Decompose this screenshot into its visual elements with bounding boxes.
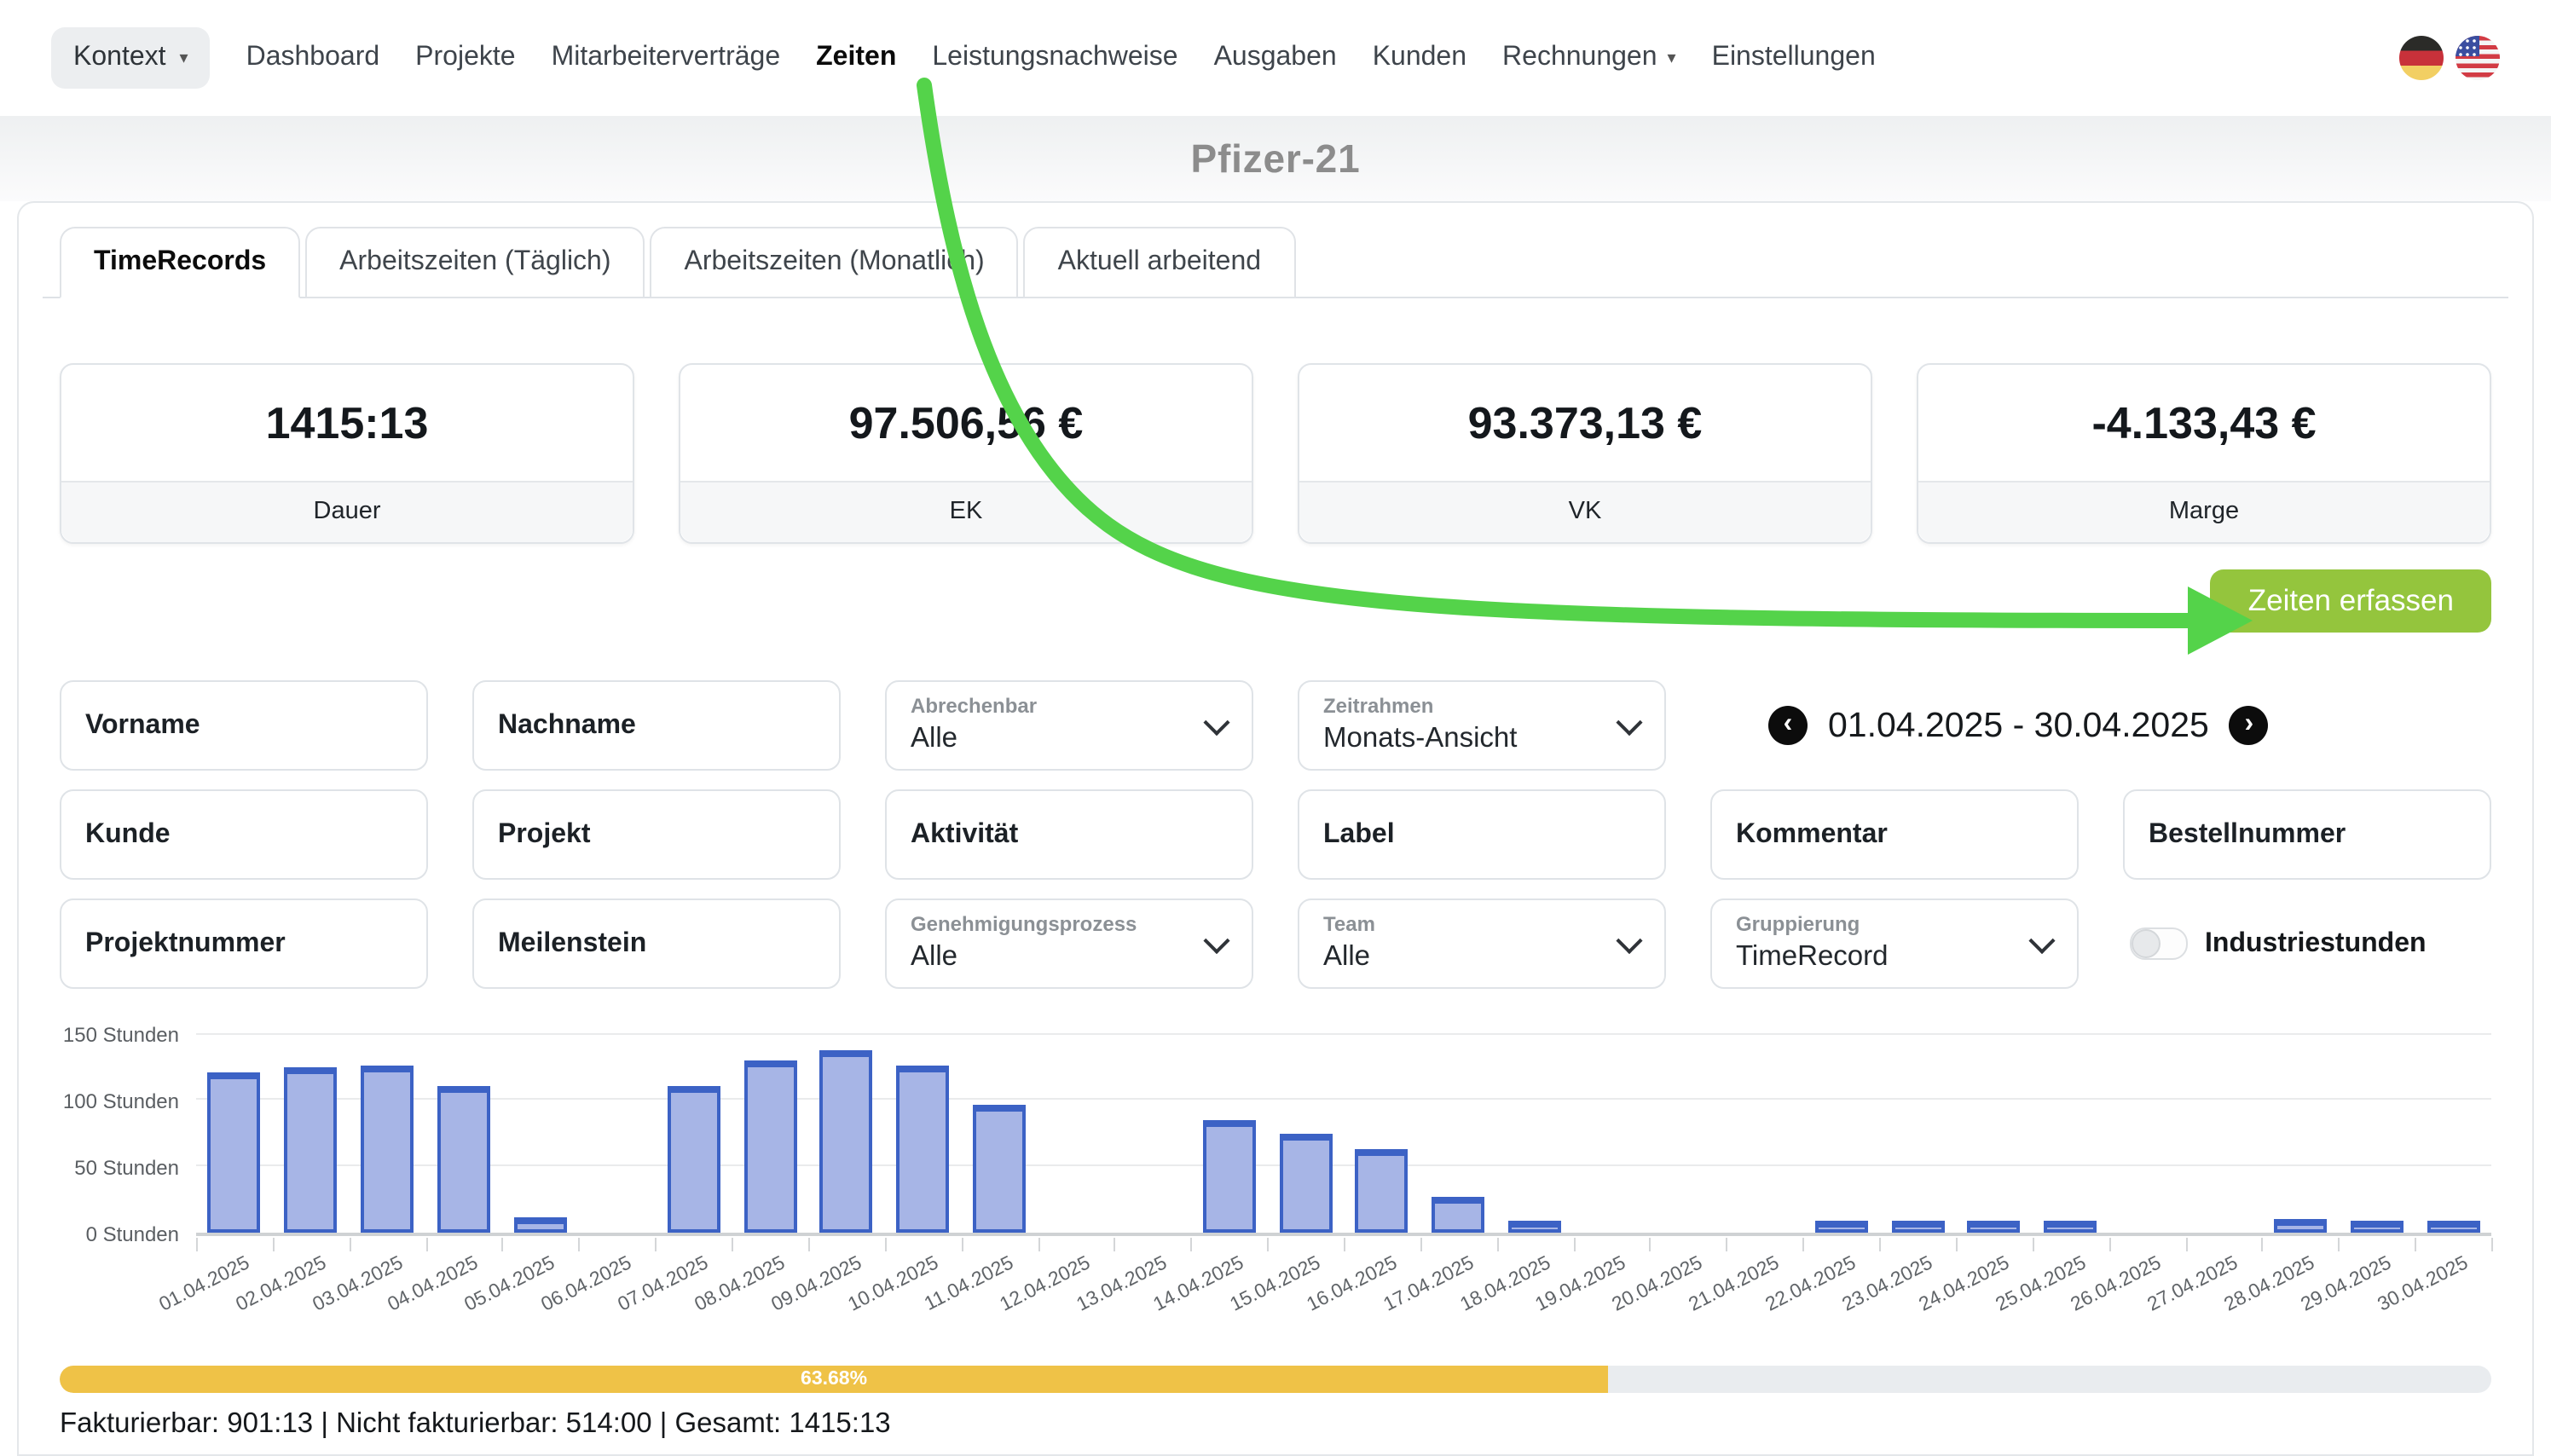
nav-item-dashboard[interactable]: Dashboard (246, 43, 380, 73)
chart-bar (896, 1065, 949, 1233)
billable-progress-fill: 63.68% (60, 1366, 1608, 1393)
context-label: Kontext (73, 43, 166, 73)
chart-bar (1891, 1221, 1944, 1233)
stat-value: 97.506,56 € (680, 365, 1252, 481)
german-flag-icon[interactable] (2399, 36, 2444, 80)
chart-bar (2427, 1221, 2479, 1233)
stat-card-ek: 97.506,56 € EK (679, 363, 1253, 544)
chart-bar (437, 1086, 490, 1233)
chart-bar (1814, 1221, 1867, 1233)
stat-value: 93.373,13 € (1299, 365, 1871, 481)
prev-period-button[interactable]: ‹ (1768, 706, 1808, 745)
genehmigungsprozess-select[interactable]: Genehmigungsprozess Alle (885, 898, 1253, 989)
nav-item-leistungsnachweise[interactable]: Leistungsnachweise (932, 43, 1177, 73)
nav-item-einstellungen[interactable]: Einstellungen (1712, 43, 1876, 73)
title-strip: Pfizer-21 (0, 116, 2551, 201)
totals-summary: Fakturierbar: 901:13 | Nicht fakturierba… (60, 1408, 2491, 1441)
projekt-field[interactable]: Projekt (472, 789, 841, 880)
chart-bar (1356, 1149, 1409, 1233)
filter-grid: Vorname Nachname Abrechenbar Alle Zeitra… (60, 680, 2491, 989)
zeiten-erfassen-button[interactable]: Zeiten erfassen (2211, 569, 2491, 633)
meilenstein-field[interactable]: Meilenstein (472, 898, 841, 989)
stat-value: -4.133,43 € (1918, 365, 2490, 481)
bestellnummer-field[interactable]: Bestellnummer (2123, 789, 2491, 880)
chart-bar (1432, 1197, 1485, 1233)
stat-value: 1415:13 (61, 365, 633, 481)
nachname-field[interactable]: Nachname (472, 680, 841, 771)
chevron-down-icon: ▾ (1668, 49, 1676, 67)
industriestunden-toggle[interactable] (2130, 927, 2188, 960)
chart-bar (514, 1216, 567, 1233)
stat-card-marge: -4.133,43 € Marge (1917, 363, 2491, 544)
hours-bar-chart: 0 Stunden50 Stunden100 Stunden150 Stunde… (60, 1033, 2491, 1349)
chart-bar (361, 1065, 414, 1233)
gruppierung-select[interactable]: Gruppierung TimeRecord (1710, 898, 2079, 989)
chart-bar (667, 1086, 720, 1233)
chart-bar (1202, 1119, 1255, 1233)
chart-bar (285, 1068, 338, 1233)
context-dropdown-button[interactable]: Kontext ▾ (51, 27, 211, 89)
date-range-value: 01.04.2025 - 30.04.2025 (1828, 705, 2209, 746)
page-title: Pfizer-21 (1191, 136, 1361, 182)
stat-label: Marge (1918, 481, 2490, 542)
nav-item-ausgaben[interactable]: Ausgaben (1214, 43, 1337, 73)
chart-bar (2274, 1219, 2327, 1233)
billable-progressbar: 63.68% (60, 1366, 2491, 1393)
chart-plot (196, 1033, 2491, 1236)
chart-bar (743, 1061, 796, 1233)
chart-bar (208, 1073, 261, 1233)
top-navbar: Kontext ▾ Dashboard Projekte Mitarbeiter… (0, 0, 2551, 116)
us-flag-icon[interactable] (2456, 36, 2500, 80)
aktivitaet-field[interactable]: Aktivität (885, 789, 1253, 880)
stat-card-dauer: 1415:13 Dauer (60, 363, 634, 544)
chart-x-axis: 01.04.202502.04.202503.04.202504.04.2025… (196, 1236, 2491, 1349)
tab-arbeitszeiten-taeglich[interactable]: Arbeitszeiten (Täglich) (305, 227, 645, 298)
tab-arbeitszeiten-monatlich[interactable]: Arbeitszeiten (Monatlich) (651, 227, 1019, 298)
chart-y-axis: 0 Stunden50 Stunden100 Stunden150 Stunde… (60, 1033, 179, 1236)
date-range-picker: ‹ 01.04.2025 - 30.04.2025 › (1710, 680, 2491, 771)
action-row: Zeiten erfassen (60, 569, 2491, 633)
team-select[interactable]: Team Alle (1298, 898, 1666, 989)
chevron-down-icon: ▾ (180, 49, 188, 67)
chart-bar (820, 1050, 873, 1233)
chart-bar (1968, 1221, 2021, 1233)
tab-aktuell-arbeitend[interactable]: Aktuell arbeitend (1024, 227, 1295, 298)
stat-label: VK (1299, 481, 1871, 542)
main-panel: TimeRecords Arbeitszeiten (Täglich) Arbe… (17, 201, 2534, 1456)
kunde-field[interactable]: Kunde (60, 789, 428, 880)
stat-card-vk: 93.373,13 € VK (1298, 363, 1872, 544)
toggle-knob (2132, 929, 2161, 958)
stat-label: EK (680, 481, 1252, 542)
language-switcher (2399, 36, 2500, 80)
kommentar-field[interactable]: Kommentar (1710, 789, 2079, 880)
nav-item-zeiten[interactable]: Zeiten (816, 43, 896, 73)
chart-bar (973, 1105, 1026, 1233)
chart-bar (2350, 1221, 2403, 1233)
nav-item-rechnungen[interactable]: Rechnungen ▾ (1502, 43, 1676, 73)
chart-bar (1279, 1133, 1332, 1233)
tab-bar: TimeRecords Arbeitszeiten (Täglich) Arbe… (43, 227, 2508, 298)
nav-item-kunden[interactable]: Kunden (1373, 43, 1466, 73)
next-period-button[interactable]: › (2230, 706, 2269, 745)
chart-bar (1508, 1221, 1561, 1233)
zeitrahmen-select[interactable]: Zeitrahmen Monats-Ansicht (1298, 680, 1666, 771)
industriestunden-label: Industriestunden (2205, 928, 2427, 959)
stat-label: Dauer (61, 481, 633, 542)
label-field[interactable]: Label (1298, 789, 1666, 880)
progress-percent-label: 63.68% (801, 1369, 867, 1390)
stat-cards: 1415:13 Dauer 97.506,56 € EK 93.373,13 €… (60, 363, 2491, 544)
vorname-field[interactable]: Vorname (60, 680, 428, 771)
nav-item-projekte[interactable]: Projekte (415, 43, 515, 73)
industriestunden-toggle-cell: Industriestunden (2123, 898, 2491, 989)
nav-item-mitarbeitervertraege[interactable]: Mitarbeiterverträge (552, 43, 781, 73)
projektnummer-field[interactable]: Projektnummer (60, 898, 428, 989)
chart-bar (2044, 1221, 2097, 1233)
abrechenbar-select[interactable]: Abrechenbar Alle (885, 680, 1253, 771)
tab-timerecords[interactable]: TimeRecords (60, 227, 300, 298)
